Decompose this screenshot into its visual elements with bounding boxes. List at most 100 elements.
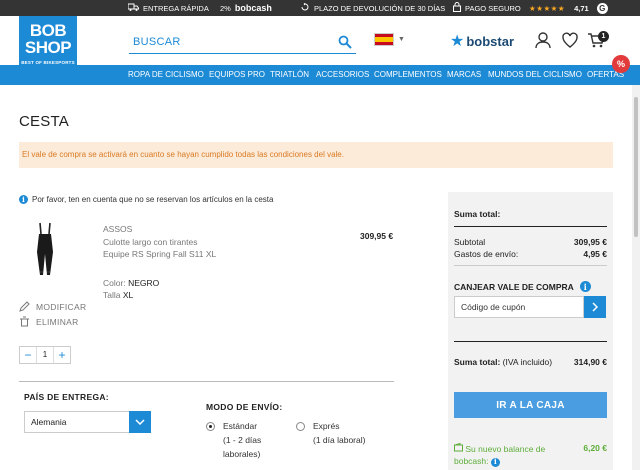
rating-stars: ★★★★★ xyxy=(529,3,566,13)
info-icon: i xyxy=(19,195,28,204)
coupon-submit-button[interactable] xyxy=(584,296,606,318)
nav-item-mundos[interactable]: MUNDOS DEL CICLISMO xyxy=(488,65,582,85)
search-placeholder: BUSCAR xyxy=(133,36,181,48)
shipping-cost-row: Gastos de envío: 4,95 € xyxy=(454,249,607,259)
color-label: Color: xyxy=(103,278,126,288)
shipping-cost-label: Gastos de envío: xyxy=(454,249,519,259)
shipping-express-label[interactable]: Exprés (1 día laboral) xyxy=(313,419,365,447)
user-icon[interactable] xyxy=(534,31,552,49)
delete-button[interactable]: ELIMINAR xyxy=(19,316,79,327)
size-label: Talla xyxy=(103,290,121,300)
page-title: CESTA xyxy=(19,113,69,130)
total-row: Suma total: (IVA incluido) 314,90 € xyxy=(454,357,607,367)
rating-value: 4,71 xyxy=(574,3,589,13)
fast-delivery-label: ENTREGA RÁPIDA xyxy=(143,3,209,13)
bobcash-line2: bobcash: xyxy=(454,456,489,466)
quantity-value[interactable]: 1 xyxy=(36,347,54,363)
summary-title: Suma total: xyxy=(454,209,501,219)
reservation-note-text: Por favor, ten en cuenta que no se reser… xyxy=(32,195,274,204)
decrease-button[interactable]: − xyxy=(20,347,36,363)
nav-item-accesorios[interactable]: ACCESORIOS xyxy=(316,65,369,85)
trash-icon xyxy=(20,316,29,327)
product-image[interactable] xyxy=(30,222,60,277)
chevron-right-icon xyxy=(592,302,598,312)
total-value: 314,90 € xyxy=(573,357,607,367)
cart-count-badge: 1 xyxy=(598,31,609,42)
search-icon[interactable] xyxy=(338,35,352,49)
secure-payment-label: PAGO SEGURO xyxy=(465,3,521,13)
shipping-cost-value: 4,95 € xyxy=(583,249,607,259)
lock-icon xyxy=(453,2,461,14)
coupon-placeholder: Código de cupón xyxy=(461,302,526,312)
chevron-down-icon[interactable] xyxy=(129,411,151,433)
bobcash-balance-label: Su nuevo balance de bobcash: i xyxy=(454,442,546,467)
search-input[interactable]: BUSCAR xyxy=(129,32,356,54)
heart-icon[interactable] xyxy=(561,31,579,49)
express-name: Exprés xyxy=(313,421,340,431)
top-info-bar: ENTREGA RÁPIDA 2% bobcash PLAZO DE DEVOL… xyxy=(0,0,640,16)
reservation-note: i Por favor, ten en cuenta que no se res… xyxy=(19,195,273,204)
country-label: PAÍS DE ENTREGA: xyxy=(24,392,109,402)
main-navigation: ROPA DE CICLISMO EQUIPOS PRO TRIATLÓN AC… xyxy=(0,65,640,85)
nav-item-marcas[interactable]: MARCAS xyxy=(447,65,481,85)
coupon-input[interactable]: Código de cupón xyxy=(454,296,584,318)
shipping-label: MODO DE ENVÍO: xyxy=(206,402,283,412)
country-select[interactable]: Alemania xyxy=(24,411,151,433)
voucher-alert: El vale de compra se activará en cuanto … xyxy=(19,142,613,168)
express-detail: (1 día laboral) xyxy=(313,435,366,445)
offers-badge: % xyxy=(612,55,630,73)
summary-divider xyxy=(454,265,607,266)
checkout-button[interactable]: IR A LA CAJA xyxy=(454,392,607,418)
product-name-line2: Equipe RS Spring Fall S11 XL xyxy=(103,249,217,259)
info-icon[interactable]: i xyxy=(579,281,591,292)
bobcash-line1: Su nuevo balance de xyxy=(465,444,546,454)
standard-name: Estándar xyxy=(223,421,258,431)
pencil-icon xyxy=(19,301,30,312)
nav-item-complementos[interactable]: COMPLEMENTOS xyxy=(374,65,442,85)
nav-item-ropa[interactable]: ROPA DE CICLISMO xyxy=(128,65,204,85)
logo-line1: BOB xyxy=(29,21,67,40)
product-name[interactable]: Culotte largo con tirantes Equipe RS Spr… xyxy=(103,236,303,260)
voucher-title-text: CANJEAR VALE DE COMPRA xyxy=(454,281,574,292)
rating-info[interactable]: ★★★★★ 4,71 G xyxy=(529,0,608,16)
product-size: Talla XL xyxy=(103,290,133,300)
product-brand: ASSOS xyxy=(103,224,133,234)
product-color: Color: NEGRO xyxy=(103,278,159,288)
shipping-standard-label[interactable]: Estándar (1 - 2 días laborales) xyxy=(223,419,261,461)
nav-item-triatlon[interactable]: TRIATLÓN xyxy=(270,65,309,85)
shipping-express-radio[interactable] xyxy=(296,422,305,431)
scrollbar-thumb[interactable] xyxy=(634,97,638,237)
increase-button[interactable]: + xyxy=(54,347,70,363)
logo-tagline: BEST OF BIKESPORTS xyxy=(21,60,75,65)
voucher-title: CANJEAR VALE DE COMPRA i xyxy=(454,281,591,292)
standard-detail2: laborales) xyxy=(223,449,261,459)
logo-line2: SHOP xyxy=(24,38,72,57)
product-price: 309,95 € xyxy=(360,231,394,241)
total-note: (IVA incluido) xyxy=(502,357,553,367)
returns-info: PLAZO DE DEVOLUCIÓN DE 30 DÍAS xyxy=(300,0,445,16)
standard-detail1: (1 - 2 días xyxy=(223,435,262,445)
shipping-standard-radio[interactable] xyxy=(206,422,215,431)
bobcash-brand: bobcash xyxy=(234,3,272,13)
bobcash-percent: 2% xyxy=(220,3,231,13)
size-value: XL xyxy=(122,290,134,300)
modify-button[interactable]: MODIFICAR xyxy=(19,301,86,312)
scrollbar[interactable] xyxy=(632,85,640,470)
nav-item-equipos[interactable]: EQUIPOS PRO xyxy=(209,65,265,85)
subtotal-row: Subtotal 309,95 € xyxy=(454,237,607,247)
returns-label: PLAZO DE DEVOLUCIÓN DE 30 DÍAS xyxy=(314,3,446,13)
divider xyxy=(19,381,394,382)
info-icon[interactable]: i xyxy=(490,457,500,467)
bobstar-label: bobstar xyxy=(466,33,515,49)
delete-label: ELIMINAR xyxy=(36,316,79,327)
bobcash-info: 2% bobcash xyxy=(220,0,272,16)
google-rating-icon: G xyxy=(596,2,608,14)
bobstar-link[interactable]: ★ bobstar xyxy=(450,32,514,50)
return-icon xyxy=(300,2,310,14)
country-value: Alemania xyxy=(31,417,67,427)
bobshop-logo[interactable]: BOB SHOP BEST OF BIKESPORTS xyxy=(19,16,77,74)
secure-payment-info: PAGO SEGURO xyxy=(453,0,521,16)
summary-divider xyxy=(454,341,607,342)
chevron-down-icon[interactable]: ▼ xyxy=(398,36,405,43)
spain-flag-icon[interactable] xyxy=(374,33,394,46)
